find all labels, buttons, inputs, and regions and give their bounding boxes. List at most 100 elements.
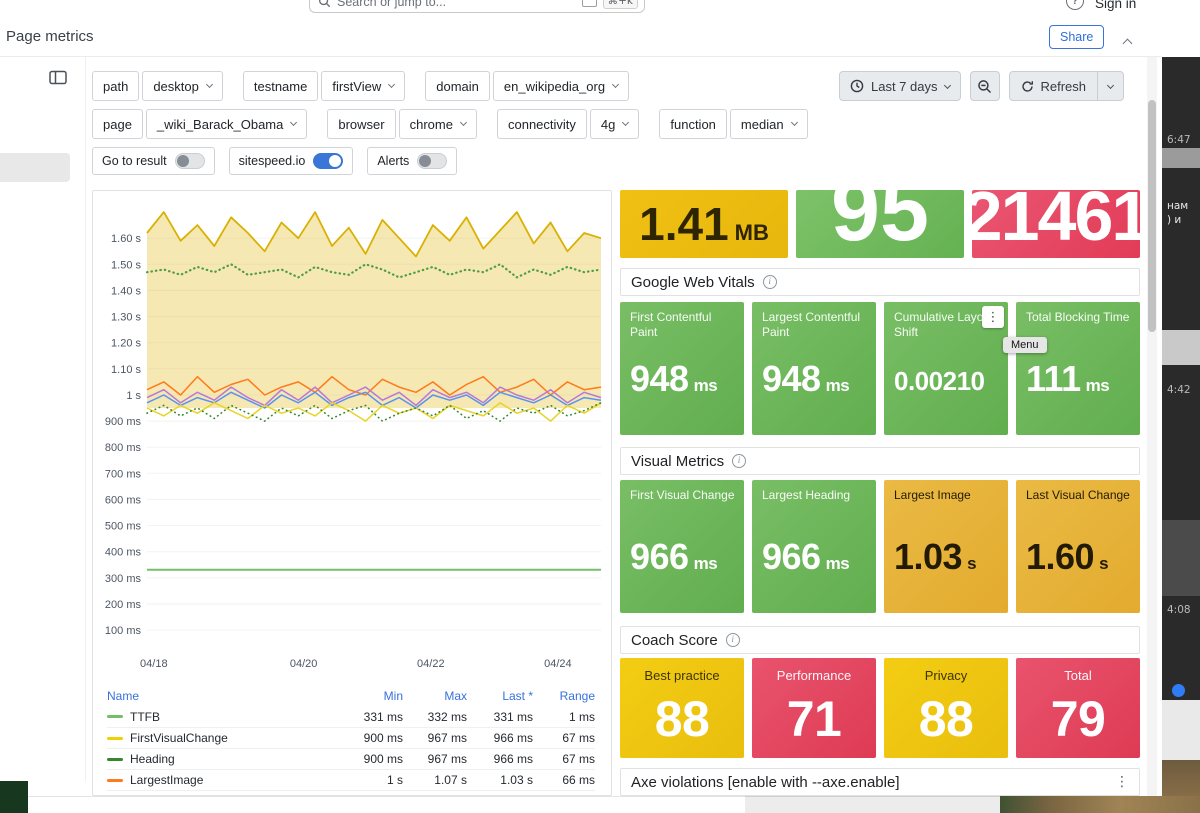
stat-panel-cumulative-layout-shift[interactable]: ⋮ Cumulative Layout Shift 0.00210 <box>884 302 1008 435</box>
background-window-edge <box>745 796 1000 813</box>
refresh-button-group: Refresh <box>1008 71 1125 101</box>
right-panel-column: 1.41 MB 95 21461 Google Web Vitals i First … <box>620 190 1140 796</box>
legend-range: 67 ms <box>562 731 595 745</box>
page-title: Page metrics <box>6 28 94 45</box>
section-title: Visual Metrics <box>631 452 725 470</box>
scrollbar-thumb[interactable] <box>1148 100 1156 332</box>
big-stat-panel-1[interactable]: 95 <box>796 190 964 258</box>
toggle-sitespeed-io[interactable]: sitespeed.io <box>228 147 354 175</box>
share-button[interactable]: Share <box>1049 25 1105 49</box>
variable-label: testname <box>242 71 319 101</box>
section-header-google-web-vitals: Google Web Vitals i <box>620 268 1140 296</box>
variable-value-dropdown[interactable]: chrome <box>398 109 477 139</box>
big-stat-panel-2[interactable]: 21461 <box>972 190 1140 258</box>
legend-column-header[interactable]: Min <box>339 689 403 703</box>
variable-path: path desktop <box>92 71 223 101</box>
legend-column-header[interactable]: Range <box>533 689 595 703</box>
background-timestamp: 4:08 <box>1167 604 1191 616</box>
refresh-button[interactable]: Refresh <box>1010 72 1098 100</box>
google-web-vitals-panels: First Contentful Paint 948 ms Largest Conte… <box>620 302 1140 435</box>
coach-score-panels: Best practice 88 Performance 71 Privacy 88 Tot… <box>620 658 1140 758</box>
zoom-out-button[interactable] <box>969 71 1000 101</box>
help-icon[interactable]: ? <box>1066 0 1084 10</box>
sidebar-item-highlighted[interactable] <box>0 153 70 182</box>
legend-row-largestimage: LargestImage 1 s 1.07 s 1.03 s 66 ms <box>107 769 595 790</box>
refresh-interval-dropdown[interactable] <box>1097 72 1123 100</box>
legend-series-name[interactable]: TTFB <box>107 710 339 724</box>
info-icon[interactable]: i <box>762 275 777 289</box>
stat-panel-largest-image[interactable]: Largest Image 1.03 s <box>884 480 1008 613</box>
legend-series-name[interactable]: Heading <box>107 752 339 766</box>
screen: Search or jump to... ⌘+k ? Sign in Page … <box>0 0 1200 813</box>
stat-panel-title: First Contentful Paint <box>630 310 712 339</box>
toggle-go-to-result[interactable]: Go to result <box>92 147 215 175</box>
stat-panel-title: Largest Contentful Paint <box>762 310 861 339</box>
variable-page: page _wiki_Barack_Obama <box>92 109 308 139</box>
variable-value-dropdown[interactable]: en_wikipedia_org <box>492 71 630 101</box>
legend-series-name[interactable]: FirstVisualChange <box>107 731 339 745</box>
stat-panel-last-visual-change[interactable]: Last Visual Change 1.60 s <box>1016 480 1140 613</box>
stat-panel-title: Total Blocking Time <box>1026 310 1130 324</box>
svg-text:04/20: 04/20 <box>290 658 318 670</box>
legend-row-firstvisualchange: FirstVisualChange 900 ms 967 ms 966 ms 67 ms <box>107 727 595 748</box>
stat-panel-privacy[interactable]: Privacy 88 <box>884 658 1008 758</box>
stat-panel-best-practice[interactable]: Best practice 88 <box>620 658 744 758</box>
section-title: Google Web Vitals <box>631 273 755 291</box>
panel-menu-button[interactable]: ⋮ <box>982 306 1004 328</box>
toggle-alerts[interactable]: Alerts <box>367 147 458 175</box>
stat-panel-performance[interactable]: Performance 71 <box>752 658 876 758</box>
legend-row-ttfb: TTFB 331 ms 332 ms 331 ms 1 ms <box>107 706 595 727</box>
svg-text:1.60 s: 1.60 s <box>111 233 141 245</box>
svg-text:300 ms: 300 ms <box>105 573 142 585</box>
stat-panel-total-blocking-time[interactable]: Total Blocking Time 111 ms <box>1016 302 1140 435</box>
variable-label: function <box>659 109 727 139</box>
stat-panel-total[interactable]: Total 79 <box>1016 658 1140 758</box>
legend-range: 1 ms <box>568 709 595 724</box>
dock-menu-icon[interactable] <box>49 70 67 85</box>
background-timestamp: 4:42 <box>1167 384 1191 396</box>
variable-label: page <box>92 109 143 139</box>
info-icon[interactable]: i <box>725 633 740 647</box>
svg-text:100 ms: 100 ms <box>105 625 142 637</box>
svg-text:1.20 s: 1.20 s <box>111 338 141 350</box>
svg-text:400 ms: 400 ms <box>105 547 142 559</box>
legend-series-name[interactable]: LargestImage <box>107 773 339 787</box>
variable-value-dropdown[interactable]: 4g <box>589 109 640 139</box>
stat-panel-value: 1.60 s <box>1026 536 1109 577</box>
info-icon[interactable]: i <box>732 454 747 468</box>
toggle-label: Go to result <box>102 154 167 168</box>
background-text: нам <box>1167 200 1189 212</box>
variable-value-dropdown[interactable]: _wiki_Barack_Obama <box>145 109 308 139</box>
timeseries-chart[interactable]: 1.60 s 1.50 s 1.40 s 1.30 s 1.20 s 1.10 s 1 s 9… <box>97 195 605 679</box>
legend-column-header[interactable]: Name <box>107 689 339 703</box>
legend-column-header[interactable]: Last * <box>467 689 533 703</box>
variable-value-dropdown[interactable]: desktop <box>142 71 223 101</box>
legend-last: 331 ms <box>493 709 533 724</box>
time-range-picker[interactable]: Last 7 days <box>839 71 961 101</box>
stat-panel-value: 88 <box>654 691 710 747</box>
legend-column-header[interactable]: Max <box>403 689 467 703</box>
stat-panel-first-contentful-paint[interactable]: First Contentful Paint 948 ms <box>620 302 744 435</box>
search-input[interactable]: Search or jump to... ⌘+k <box>309 0 645 13</box>
toggle-switch[interactable] <box>313 153 344 169</box>
stat-panel-largest-contentful-paint[interactable]: Largest Contentful Paint 948 ms <box>752 302 876 435</box>
svg-text:04/22: 04/22 <box>417 658 445 670</box>
svg-text:700 ms: 700 ms <box>105 468 142 480</box>
chevron-down-icon <box>612 80 620 89</box>
variable-function: function median <box>659 109 808 139</box>
stat-panel-largest-heading[interactable]: Largest Heading 966 ms <box>752 480 876 613</box>
chevron-up-icon[interactable] <box>1122 34 1133 52</box>
kebab-menu-icon[interactable]: ⋮ <box>1115 774 1129 790</box>
toggle-switch[interactable] <box>417 153 448 169</box>
variable-value-dropdown[interactable]: median <box>729 109 808 139</box>
zoom-out-icon <box>978 79 992 93</box>
sign-in-button[interactable]: Sign in <box>1095 0 1136 11</box>
big-stat-panel-0[interactable]: 1.41 MB <box>620 190 788 258</box>
legend-last: 966 ms <box>493 731 533 745</box>
variable-value-dropdown[interactable]: firstView <box>321 71 406 101</box>
stat-panel-title: Last Visual Change <box>1026 488 1130 502</box>
stat-panel-first-visual-change[interactable]: First Visual Change 966 ms <box>620 480 744 613</box>
svg-text:1.40 s: 1.40 s <box>111 285 141 297</box>
time-range-label: Last 7 days <box>871 78 938 94</box>
toggle-switch[interactable] <box>174 153 205 169</box>
